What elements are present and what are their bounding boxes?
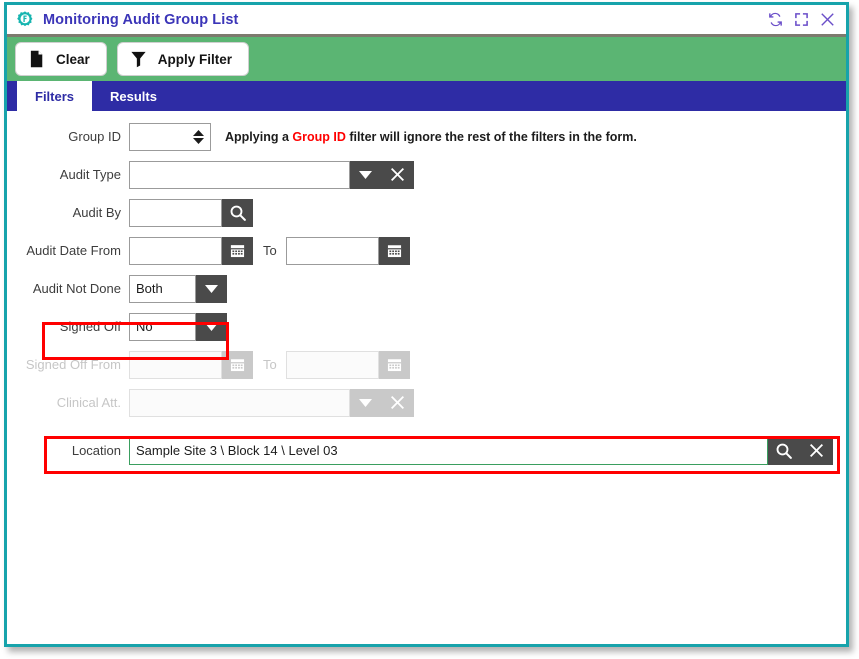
tab-results[interactable]: Results — [92, 81, 175, 111]
group-id-hint-before: Applying a — [225, 129, 293, 144]
group-id-spinner[interactable] — [193, 129, 204, 144]
clinical-att-control — [129, 388, 414, 417]
tab-results-label: Results — [110, 88, 157, 104]
location-input[interactable]: Sample Site 3 \ Block 14 \ Level 03 — [129, 436, 768, 465]
location-value: Sample Site 3 \ Block 14 \ Level 03 — [136, 443, 338, 458]
close-icon — [391, 168, 404, 181]
audit-date-to-input[interactable] — [285, 236, 379, 265]
calendar-icon — [230, 245, 245, 258]
signed-off-label: Signed Off — [59, 319, 121, 334]
audit-not-done-select[interactable]: Both — [129, 274, 196, 303]
group-id-hint-after: filter will ignore the rest of the filte… — [345, 129, 637, 144]
row-audit-type: Audit Type — [7, 159, 846, 190]
group-id-hint-highlight: Group ID — [292, 129, 346, 144]
row-signed-off: Signed Off No — [7, 311, 846, 342]
search-icon — [230, 205, 246, 221]
close-icon[interactable] — [819, 11, 836, 28]
location-search-button[interactable] — [768, 436, 800, 465]
signed-off-control: No — [129, 312, 227, 341]
location-clear-button[interactable] — [800, 436, 833, 465]
audit-type-label: Audit Type — [59, 167, 121, 182]
calendar-icon — [387, 359, 401, 372]
signed-off-to-input — [285, 350, 379, 379]
audit-by-input[interactable] — [129, 198, 222, 227]
clinical-att-input — [129, 388, 350, 417]
apply-filter-button[interactable]: Apply Filter — [116, 42, 250, 76]
apply-filter-button-label: Apply Filter — [157, 51, 233, 67]
search-icon — [776, 443, 792, 459]
signed-off-from-input — [129, 350, 222, 379]
audit-date-to-control — [285, 236, 410, 265]
row-audit-by: Audit By — [7, 197, 846, 228]
audit-date-from-input[interactable] — [129, 236, 222, 265]
refresh-icon[interactable] — [767, 11, 784, 28]
calendar-icon — [230, 359, 245, 372]
group-id-input[interactable] — [129, 122, 211, 151]
signed-off-to-label: To — [263, 357, 277, 372]
signed-off-from-control — [129, 350, 253, 379]
row-audit-date: Audit Date From To — [7, 235, 846, 266]
clinical-att-label: Clinical Att. — [56, 395, 121, 410]
signed-off-from-label: Signed Off From — [25, 357, 121, 372]
audit-by-label: Audit By — [72, 205, 121, 220]
funnel-icon — [131, 51, 146, 68]
calendar-icon — [387, 245, 401, 258]
audit-type-clear-button[interactable] — [381, 160, 414, 189]
audit-date-to-label: To — [263, 243, 277, 258]
audit-by-search-button[interactable] — [222, 198, 253, 227]
gear-icon — [17, 10, 33, 26]
application-window: Monitoring Audit Group List Clear Apply … — [4, 2, 849, 647]
location-control: Sample Site 3 \ Block 14 \ Level 03 — [129, 436, 833, 465]
tab-filters-label: Filters — [35, 88, 75, 104]
tab-strip: Filters Results — [7, 81, 846, 111]
chevron-down-icon — [359, 170, 372, 179]
chevron-down-icon — [205, 284, 218, 293]
signed-off-to-calendar-button — [378, 350, 410, 379]
filters-panel: Group ID Applying a Group ID filter will… — [7, 111, 846, 644]
maximize-icon[interactable] — [793, 11, 810, 28]
audit-not-done-value: Both — [136, 281, 163, 296]
chevron-down-icon — [193, 137, 204, 144]
audit-not-done-control: Both — [129, 274, 227, 303]
audit-not-done-dropdown-button[interactable] — [196, 274, 227, 303]
signed-off-dropdown-button[interactable] — [196, 312, 227, 341]
signed-off-value: No — [136, 319, 153, 334]
row-signed-off-date: Signed Off From To — [7, 349, 846, 380]
clear-button-label: Clear — [56, 51, 90, 67]
document-icon — [30, 50, 43, 68]
chevron-down-icon — [359, 398, 372, 407]
row-clinical-att: Clinical Att. — [7, 387, 846, 418]
audit-type-control — [129, 160, 414, 189]
row-audit-not-done: Audit Not Done Both — [7, 273, 846, 304]
toolbar: Clear Apply Filter — [7, 37, 846, 81]
clinical-att-clear-button — [381, 388, 414, 417]
close-icon — [810, 444, 823, 457]
close-icon — [391, 396, 404, 409]
audit-date-from-calendar-button[interactable] — [222, 236, 253, 265]
signed-off-from-calendar-button — [222, 350, 253, 379]
window-title: Monitoring Audit Group List — [43, 11, 239, 28]
chevron-down-icon — [205, 322, 218, 331]
audit-type-input[interactable] — [129, 160, 350, 189]
clear-button[interactable]: Clear — [15, 42, 107, 76]
screenshot-root: Monitoring Audit Group List Clear Apply … — [0, 0, 859, 659]
audit-date-from-label: Audit Date From — [26, 243, 121, 258]
tab-filters[interactable]: Filters — [17, 81, 93, 111]
audit-not-done-label: Audit Not Done — [32, 281, 121, 296]
audit-by-control — [129, 198, 253, 227]
row-location: Location Sample Site 3 \ Block 14 \ Leve… — [7, 435, 846, 466]
window-controls — [767, 11, 840, 28]
audit-date-to-calendar-button[interactable] — [378, 236, 410, 265]
audit-type-dropdown-button[interactable] — [350, 160, 381, 189]
group-id-label: Group ID — [68, 129, 121, 144]
chevron-up-icon — [193, 129, 204, 136]
row-group-id: Group ID Applying a Group ID filter will… — [7, 121, 846, 152]
title-bar: Monitoring Audit Group List — [7, 5, 846, 37]
signed-off-to-control — [285, 350, 410, 379]
clinical-att-dropdown-button — [350, 388, 381, 417]
signed-off-select[interactable]: No — [129, 312, 196, 341]
location-label: Location — [71, 443, 121, 458]
audit-date-from-control — [129, 236, 253, 265]
group-id-hint: Applying a Group ID filter will ignore t… — [225, 130, 637, 144]
